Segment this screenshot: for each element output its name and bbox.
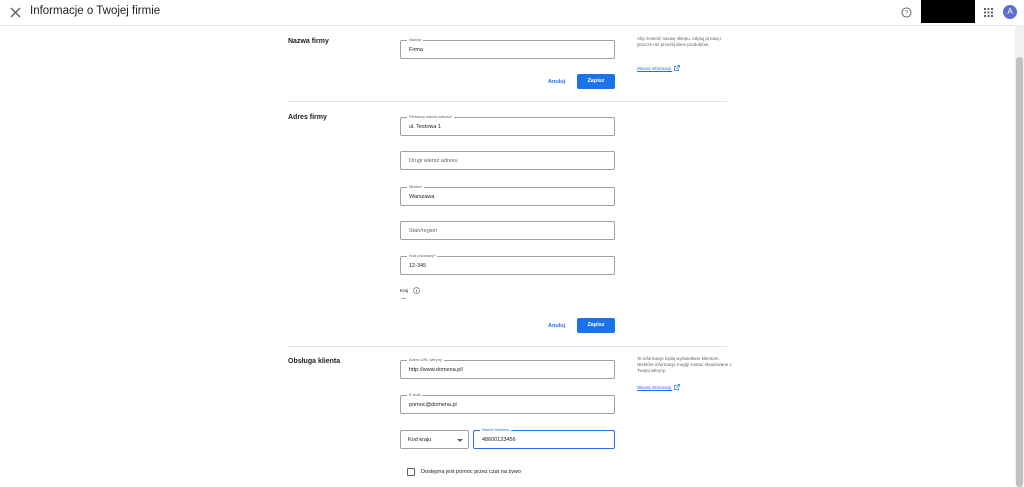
email-value: pomoc@domena.pl — [409, 402, 457, 408]
support-help-text: Te informacje będą wyświetlane klientom.… — [637, 356, 732, 373]
name-save-button[interactable]: Zapisz — [577, 74, 615, 89]
business-name-value: Firma — [409, 47, 424, 53]
country-code-select[interactable]: Kod kraju — [400, 430, 469, 449]
avatar[interactable]: A — [1003, 5, 1017, 19]
support-help-link-label[interactable]: Więcej informacji — [637, 385, 671, 390]
city-field[interactable]: Miasto* Warszawa — [400, 184, 615, 206]
name-help-text: Aby zmienić nazwę sklepu, edytuj ją tuta… — [637, 36, 722, 47]
apps-grid-icon[interactable] — [984, 8, 993, 17]
help-icon[interactable]: ? — [901, 7, 912, 18]
address-line2-placeholder: Drugi wiersz adresu — [409, 158, 458, 164]
address-line1-label: Pierwszy wiersz adresu* — [407, 114, 455, 120]
svg-text:?: ? — [905, 10, 909, 17]
dropdown-arrow-icon — [457, 439, 463, 442]
live-chat-checkbox-label: Dostępna jest pomoc przez czat na żywo — [421, 469, 521, 475]
country-code-value: Kod kraju — [408, 437, 432, 443]
state-placeholder: Stan/region — [409, 228, 438, 234]
external-link-icon — [674, 384, 681, 390]
address-line2-field[interactable]: Drugi wiersz adresu — [400, 151, 615, 170]
top-bar: Informacje o Twojej firmie ? A — [0, 0, 1024, 26]
phone-number-value: 48600123456 — [482, 437, 516, 443]
name-cancel-button[interactable]: Anuluj — [548, 79, 565, 85]
state-field[interactable]: Stan/region — [400, 221, 615, 240]
business-name-label: Nazwa — [407, 37, 424, 43]
section-divider — [288, 101, 727, 102]
website-url-label: Adres URL witryny — [407, 357, 444, 363]
postal-code-field[interactable]: Kod pocztowy* 12-345 — [400, 253, 615, 275]
address-save-button[interactable]: Zapisz — [577, 318, 615, 333]
name-help-link-label[interactable]: Więcej informacji — [637, 66, 671, 71]
city-value: Warszawa — [409, 194, 435, 200]
support-help-link[interactable]: Więcej informacji — [637, 384, 681, 390]
scrollbar-thumb[interactable] — [1016, 57, 1023, 487]
name-help-link[interactable]: Więcej informacji — [637, 65, 681, 71]
address-cancel-button[interactable]: Anuluj — [548, 323, 565, 329]
redacted-block — [921, 0, 975, 23]
country-value: — — [401, 296, 406, 302]
section-title-address: Adres firmy — [288, 114, 327, 121]
live-chat-checkbox[interactable] — [407, 468, 415, 476]
phone-number-label: Numer telefonu — [480, 427, 512, 433]
postal-code-value: 12-345 — [409, 263, 427, 269]
address-line1-field[interactable]: Pierwszy wiersz adresu* ul. Testowa 1 — [400, 114, 615, 136]
section-divider — [288, 346, 727, 347]
info-icon[interactable] — [413, 287, 420, 294]
section-title-support: Obsługa klienta — [288, 358, 341, 365]
website-url-field[interactable]: Adres URL witryny http://www.domena.pl/ — [400, 357, 615, 379]
address-line1-value: ul. Testowa 1 — [409, 124, 442, 130]
email-field[interactable]: E-mail pomoc@domena.pl — [400, 392, 615, 414]
country-label: Kraj — [400, 288, 409, 293]
section-title-name: Nazwa firmy — [288, 38, 329, 45]
postal-code-label: Kod pocztowy* — [407, 253, 438, 259]
email-label: E-mail — [407, 392, 423, 398]
phone-number-field[interactable]: Numer telefonu 48600123456 — [473, 427, 615, 449]
city-label: Miasto* — [407, 184, 425, 190]
website-url-value: http://www.domena.pl/ — [409, 367, 464, 373]
scrollbar-track[interactable] — [1015, 25, 1024, 487]
external-link-icon — [674, 65, 681, 71]
business-name-field[interactable]: Nazwa Firma — [400, 37, 615, 59]
page-title: Informacje o Twojej firmie — [30, 5, 161, 17]
close-icon[interactable] — [9, 6, 22, 19]
